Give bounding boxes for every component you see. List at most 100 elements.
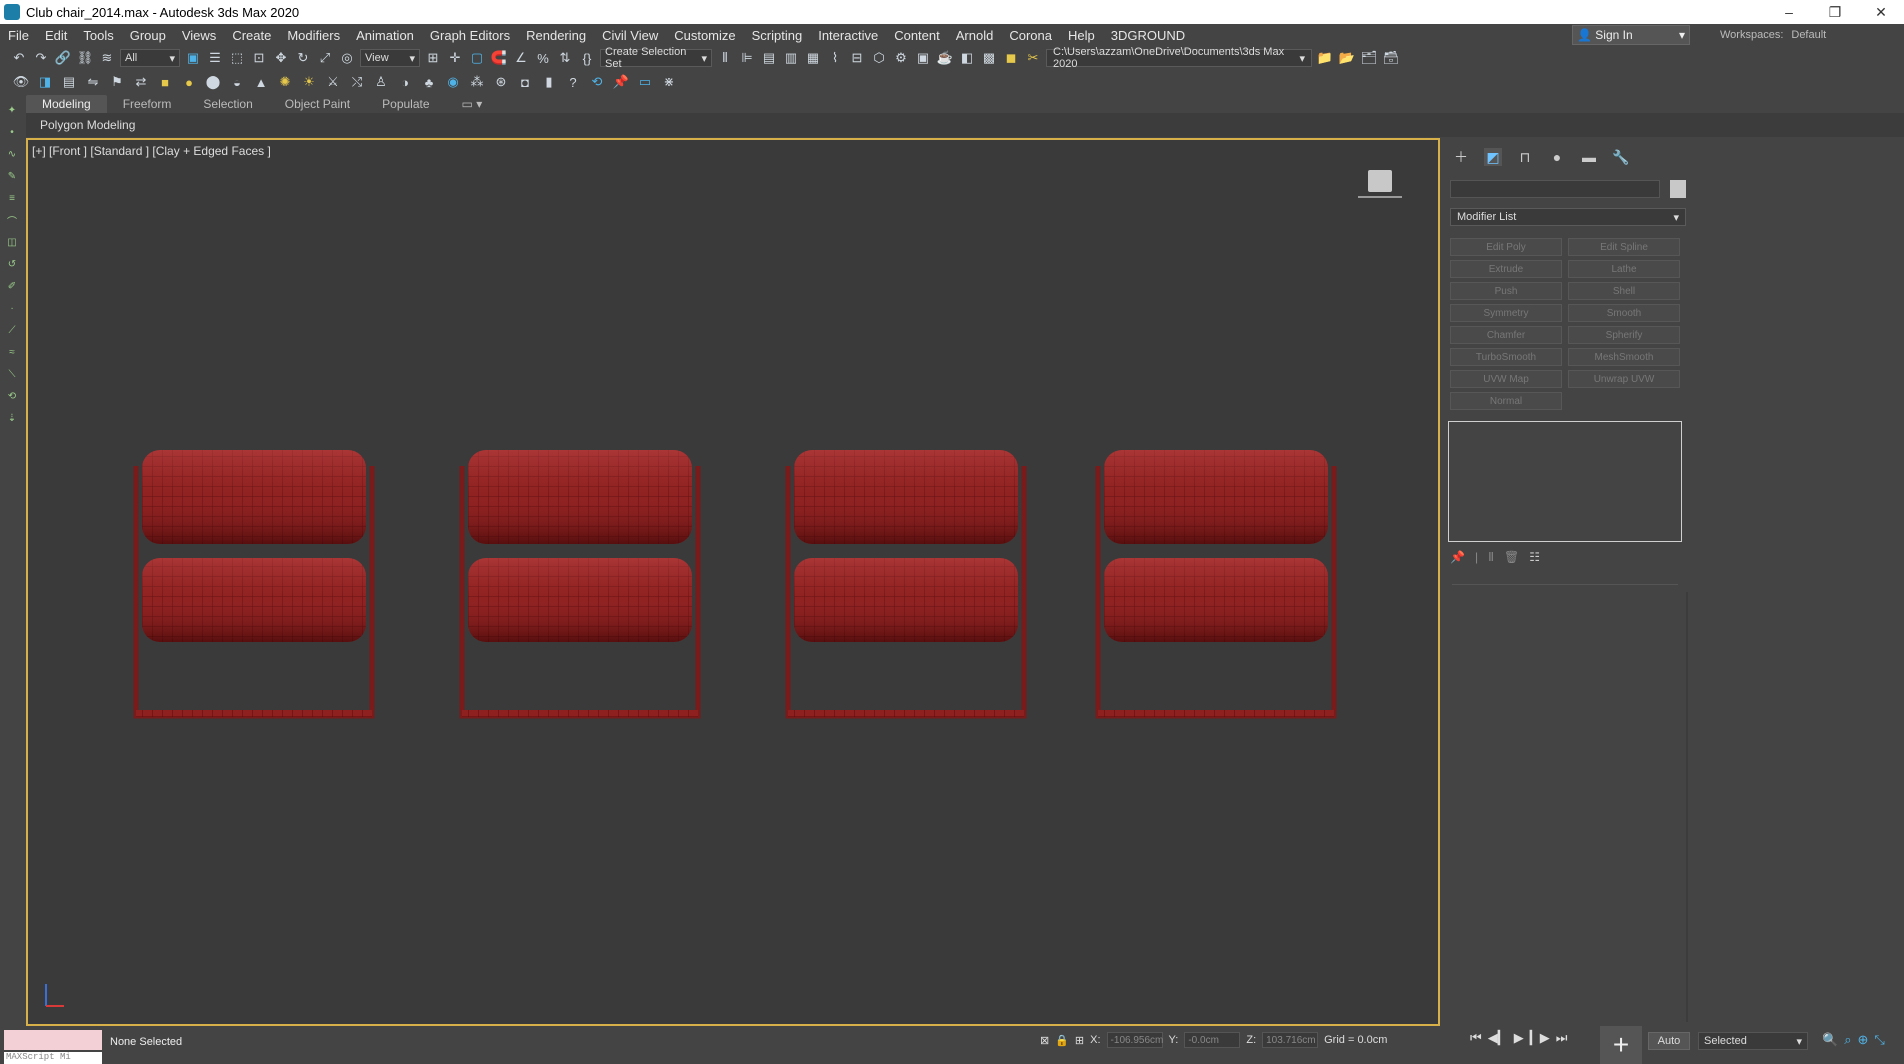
project-save-icon[interactable]: 🗂 [1360, 49, 1378, 67]
modifier-button[interactable]: Lathe [1568, 260, 1680, 278]
modifier-stack[interactable] [1448, 421, 1682, 542]
pivot-icon[interactable]: ⊞ [424, 49, 442, 67]
select-manipulate-icon[interactable]: ✛ [446, 49, 464, 67]
tab-modeling[interactable]: Modeling [26, 95, 107, 113]
sign-in-dropdown[interactable]: 👤 Sign In ▾ [1572, 25, 1690, 45]
modifier-button[interactable]: Normal [1450, 392, 1562, 410]
show-end-result-icon[interactable]: | [1475, 550, 1478, 564]
undo-icon[interactable]: ↶ [10, 49, 28, 67]
paint-icon[interactable]: ✐ [5, 280, 19, 292]
pin-stack-icon[interactable]: 📌 [1450, 550, 1465, 564]
close-button[interactable]: ✕ [1858, 0, 1904, 24]
eye-icon[interactable]: 👁 [12, 73, 30, 91]
snap-toggle-icon[interactable]: 🧲 [490, 49, 508, 67]
y-coordinate-field[interactable]: -0.0cm [1184, 1032, 1241, 1048]
material-editor-icon[interactable]: ⬡ [870, 49, 888, 67]
selection-region-icon[interactable]: ⬚ [228, 49, 246, 67]
layer-add-icon[interactable]: ▤ [60, 73, 78, 91]
rb-icon[interactable]: ▭ [636, 73, 654, 91]
menu-file[interactable]: File [0, 28, 37, 43]
walkthrough-icon[interactable]: ⚑ [108, 73, 126, 91]
menu-content[interactable]: Content [886, 28, 948, 43]
ribbon-options-icon[interactable]: ▭ ▾ [446, 95, 499, 113]
modifier-button[interactable]: Edit Poly [1450, 238, 1562, 256]
zoom-all-icon[interactable]: ⌕ [1844, 1032, 1851, 1048]
menu-rendering[interactable]: Rendering [518, 28, 594, 43]
menu-create[interactable]: Create [224, 28, 279, 43]
modifier-button[interactable]: Symmetry [1450, 304, 1562, 322]
modifier-list-dropdown[interactable]: Modifier List ▾ [1450, 208, 1686, 226]
menu-scripting[interactable]: Scripting [744, 28, 811, 43]
biped-icon[interactable]: ♙ [372, 73, 390, 91]
layer-icon[interactable]: ◨ [36, 73, 54, 91]
curve-editor-icon[interactable]: ⌇ [826, 49, 844, 67]
utilities-tab-icon[interactable]: 🔧 [1612, 148, 1630, 166]
go-to-end-icon[interactable]: ⏭ [1556, 1030, 1568, 1046]
modifier-button[interactable]: Extrude [1450, 260, 1562, 278]
material-icon[interactable]: ◉ [444, 73, 462, 91]
menu-tools[interactable]: Tools [75, 28, 121, 43]
modifier-button[interactable]: TurboSmooth [1450, 348, 1562, 366]
select-object-icon[interactable]: ▣ [184, 49, 202, 67]
maximize-viewport-icon[interactable]: ⤡ [1874, 1032, 1884, 1048]
bake-icon[interactable]: ◘ [516, 73, 534, 91]
lock-icon[interactable]: 🔒 [1055, 1034, 1069, 1047]
brush-icon[interactable]: ✎ [5, 170, 19, 182]
skin-icon[interactable]: ◑ [396, 73, 414, 91]
ref-coord-dropdown[interactable]: View ▾ [360, 49, 420, 67]
project-export-icon[interactable]: 🗃 [1382, 49, 1400, 67]
x-coordinate-field[interactable]: -106.956cm [1106, 1032, 1163, 1048]
arrow-icon[interactable]: ⇣ [5, 412, 19, 424]
absolute-mode-icon[interactable]: ⊞ [1075, 1034, 1084, 1047]
bend-icon[interactable]: ⌒ [5, 214, 19, 228]
go-to-start-icon[interactable]: ⏮ [1470, 1030, 1482, 1046]
point-icon[interactable]: • [5, 126, 19, 138]
project-new-icon[interactable]: 📂 [1338, 49, 1356, 67]
project-folder-icon[interactable]: 📁 [1316, 49, 1334, 67]
remove-modifier-icon[interactable]: 🗑 [1504, 550, 1519, 564]
loop-icon[interactable]: ⟲ [5, 390, 19, 402]
menu-arnold[interactable]: Arnold [948, 28, 1002, 43]
keyboard-shortcut-icon[interactable]: ▢ [468, 49, 486, 67]
orbit-icon[interactable]: ↺ [5, 258, 19, 270]
particle-icon[interactable]: ⁂ [468, 73, 486, 91]
redo-icon[interactable]: ↷ [32, 49, 50, 67]
rendered-frame-icon[interactable]: ▣ [914, 49, 932, 67]
menu-group[interactable]: Group [122, 28, 174, 43]
modifier-button[interactable]: UVW Map [1450, 370, 1562, 388]
wave-icon[interactable]: ≈ [5, 346, 19, 358]
chair-model-2[interactable] [458, 446, 702, 724]
pin-icon[interactable]: 📌 [612, 73, 630, 91]
maximize-button[interactable]: ❐ [1812, 0, 1858, 24]
menu-3dground[interactable]: 3DGROUND [1103, 28, 1193, 43]
front-viewport[interactable]: [+] [Front ] [Standard ] [Clay + Edged F… [26, 138, 1440, 1026]
mirror-icon[interactable]: ⫴ [716, 49, 734, 67]
cone-icon[interactable]: ◒ [228, 73, 246, 91]
help-icon[interactable]: ? [564, 73, 582, 91]
sphere-icon[interactable]: ⬤ [204, 73, 222, 91]
zoom-extents-icon[interactable]: ⊕ [1857, 1032, 1868, 1048]
menu-animation[interactable]: Animation [348, 28, 422, 43]
menu-civil-view[interactable]: Civil View [594, 28, 666, 43]
chair-model-1[interactable] [132, 446, 376, 724]
bind-spacewarp-icon[interactable]: ≋ [98, 49, 116, 67]
create-tab-icon[interactable]: ＋ [1452, 148, 1470, 166]
pyramid-icon[interactable]: ▲ [252, 73, 270, 91]
modifier-button[interactable]: MeshSmooth [1568, 348, 1680, 366]
modifier-button[interactable]: Push [1450, 282, 1562, 300]
tab-freeform[interactable]: Freeform [107, 95, 188, 113]
chair-model-4[interactable] [1094, 446, 1338, 724]
select-by-name-icon[interactable]: ☰ [206, 49, 224, 67]
selection-filter-dropdown[interactable]: All ▾ [120, 49, 180, 67]
line-icon[interactable]: ⟋ [5, 324, 19, 336]
box-icon[interactable]: ■ [156, 73, 174, 91]
maxscript-mini[interactable]: MAXScript Mi [4, 1052, 102, 1064]
menu-corona[interactable]: Corona [1001, 28, 1060, 43]
auto-key-button[interactable]: Auto [1648, 1032, 1690, 1050]
unlink-icon[interactable]: ⛓ [76, 49, 94, 67]
scale-icon[interactable]: ⤢ [316, 49, 334, 67]
ribbon-toggle-icon[interactable]: ▦ [804, 49, 822, 67]
modifier-button[interactable]: Shell [1568, 282, 1680, 300]
menu-help[interactable]: Help [1060, 28, 1103, 43]
tab-object-paint[interactable]: Object Paint [269, 95, 366, 113]
